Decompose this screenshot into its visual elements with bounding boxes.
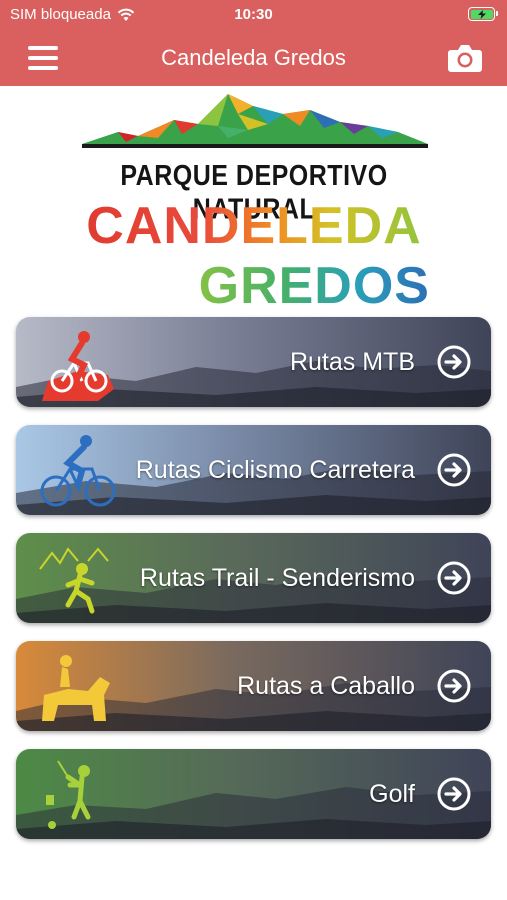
arrow-right-circle-icon <box>437 561 471 595</box>
arrow-right-circle-icon <box>437 345 471 379</box>
mountain-mosaic-logo <box>82 94 428 148</box>
menu-item-rutas-mtb[interactable]: Rutas MTB <box>16 317 491 407</box>
menu-item-rutas-ciclismo-carretera[interactable]: Rutas Ciclismo Carretera <box>16 425 491 515</box>
status-bar: SIM bloqueada 10:30 <box>0 0 507 30</box>
battery-icon <box>468 7 498 21</box>
horse-rider-icon <box>42 655 110 721</box>
menu-item-label: Rutas Ciclismo Carretera <box>135 456 415 484</box>
park-logo: PARQUE DEPORTIVO NATURAL CANDELEDA GREDO… <box>78 92 430 315</box>
menu-item-rutas-trail-senderismo[interactable]: Rutas Trail - Senderismo <box>16 533 491 623</box>
arrow-right-circle-icon <box>437 453 471 487</box>
logo-name-line2: GREDOS <box>188 256 430 316</box>
menu-item-label: Rutas a Caballo <box>237 672 415 700</box>
route-menu: Rutas MTB Rutas Ciclismo Carretera Rutas… <box>16 317 491 857</box>
road-cycling-icon <box>40 435 116 507</box>
arrow-right-circle-icon <box>437 669 471 703</box>
trail-runner-icon <box>39 547 109 614</box>
logo-name-line1: CANDELEDA <box>78 196 430 256</box>
menu-item-label: Golf <box>369 780 415 808</box>
menu-item-rutas-a-caballo[interactable]: Rutas a Caballo <box>16 641 491 731</box>
navigation-bar: Candeleda Gredos <box>0 30 507 86</box>
camera-icon[interactable] <box>447 43 483 73</box>
menu-item-label: Rutas MTB <box>289 348 415 376</box>
menu-item-golf[interactable]: Golf <box>16 749 491 839</box>
clock: 10:30 <box>234 6 273 23</box>
page-title: Candeleda Gredos <box>161 45 346 70</box>
menu-item-label: Rutas Trail - Senderismo <box>139 564 415 592</box>
mountain-bike-icon <box>42 331 114 401</box>
golfer-icon <box>46 760 91 829</box>
arrow-right-circle-icon <box>437 777 471 811</box>
